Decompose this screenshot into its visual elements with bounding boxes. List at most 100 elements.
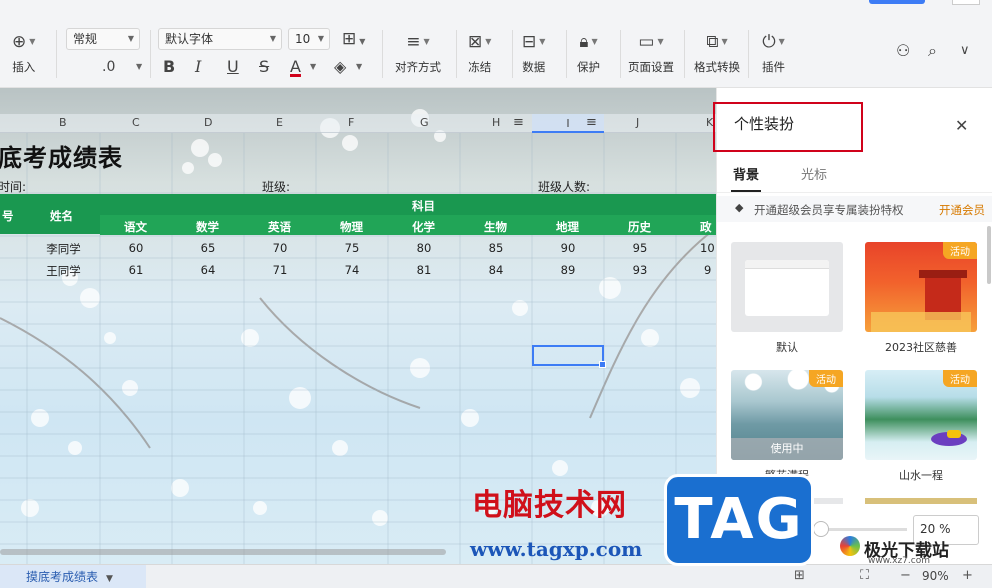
column-header[interactable]: C [132,116,140,129]
sheet-title[interactable]: 底考成绩表 [0,138,123,173]
tab-background[interactable]: 背景 [733,164,759,183]
table-cell[interactable]: 74 [316,263,388,277]
page-setup-button[interactable]: ▭ ▼ 页面设置 [628,30,674,75]
skin-card-default[interactable]: 默认 [731,242,843,355]
font-color-icon[interactable]: A [290,56,301,78]
table-cell[interactable]: 81 [388,263,460,277]
activity-badge: 活动 [943,242,977,259]
zoom-in-icon[interactable]: + [962,568,973,583]
align-button[interactable]: ≡ ▼ 对齐方式 [395,30,441,75]
name-header[interactable]: 姓名 [50,208,73,224]
skin-card-landscape[interactable]: 活动 山水一程 [865,370,977,483]
subject-cell[interactable]: 化学 [412,219,435,235]
number-format-select[interactable]: 常规 ▼ [66,28,140,50]
subject-cell[interactable]: 语文 [124,219,147,235]
table-cell[interactable]: 60 [100,241,172,255]
subject-cell[interactable]: 地理 [556,219,579,235]
cell-selection[interactable] [532,345,606,368]
column-header[interactable]: H [492,116,500,129]
insert-button[interactable]: ⊕ ▼ 插入 [12,30,35,75]
font-color-dropdown-icon[interactable]: ▼ [310,56,316,78]
format-convert-icon: ⧉ ▼ [706,32,728,52]
table-cell[interactable]: 9 [704,263,716,277]
skin-card-blossom[interactable]: 活动 使用中 繁花满程 [731,370,843,483]
skin-card-charity[interactable]: 活动 2023社区慈善 [865,242,977,355]
italic-icon[interactable]: I [195,56,201,78]
subject-header[interactable]: 科目 [412,198,435,214]
subject-cell[interactable]: 物理 [340,219,363,235]
font-size-select[interactable]: 10 ▼ [288,28,330,50]
column-header[interactable]: F [348,116,354,129]
title-bar [0,0,992,22]
chevron-down-icon: ▼ [269,34,276,43]
subject-cell[interactable]: 政 [700,219,712,235]
protect-button[interactable]: 🔒︎ ▼ 保护 [577,30,600,75]
open-membership-link[interactable]: 开通会员 [939,202,985,218]
fullscreen-icon[interactable]: ⛶ [860,568,869,583]
window-control[interactable] [952,0,980,5]
fill-color-icon[interactable]: ◈ [334,56,346,78]
column-header[interactable]: D [204,116,212,129]
filter-icon[interactable]: ≡ [513,115,524,130]
chevron-down-icon[interactable]: ▼ [106,574,113,584]
column-header[interactable]: G [420,116,429,129]
table-cell[interactable]: 10 [700,241,716,255]
zoom-out-icon[interactable]: − [900,568,911,583]
chevron-down-icon[interactable]: ∨ [960,40,970,62]
page-setup-icon: ▭ ▼ [638,32,664,52]
column-header[interactable]: B [59,116,67,129]
column-header[interactable]: J [636,116,639,129]
filter-icon[interactable]: ≡ [586,115,597,130]
table-cell[interactable]: 71 [244,263,316,277]
class-label[interactable]: 班级: [262,178,290,195]
table-cell-name[interactable]: 王同学 [27,263,100,279]
table-cell[interactable]: 75 [316,241,388,255]
class-count-label[interactable]: 班级人数: [538,178,590,195]
subject-cell[interactable]: 历史 [628,219,651,235]
opacity-slider-knob[interactable] [813,521,829,537]
data-button[interactable]: ⊟ ▼ 数据 [522,30,545,75]
account-button[interactable] [869,0,925,4]
table-cell[interactable]: 64 [172,263,244,277]
bold-icon[interactable]: B [163,56,175,78]
horizontal-scrollbar[interactable] [0,549,446,555]
tab-cursor[interactable]: 光标 [801,164,827,183]
table-cell[interactable]: 84 [460,263,532,277]
search-icon[interactable]: ⌕ [928,40,937,62]
panel-scrollbar[interactable] [987,226,991,284]
format-convert-button[interactable]: ⧉ ▼ 格式转换 [694,30,740,75]
plugin-button[interactable]: ⏻ ▼ 插件 [762,30,785,75]
decimal-dropdown-icon[interactable]: ▼ [136,56,142,78]
view-grid-icon[interactable]: ⊞ [794,568,805,583]
table-cell[interactable]: 95 [604,241,676,255]
seq-header[interactable]: 号 [2,208,14,224]
subject-cell[interactable]: 数学 [196,219,219,235]
underline-icon[interactable]: U [227,56,239,78]
subject-cell[interactable]: 生物 [484,219,507,235]
table-cell[interactable]: 85 [460,241,532,255]
font-name-select[interactable]: 默认字体 ▼ [158,28,282,50]
table-cell[interactable]: 70 [244,241,316,255]
freeze-button[interactable]: ⊠ ▼ 冻结 [468,30,491,75]
table-cell[interactable]: 61 [100,263,172,277]
activity-badge: 活动 [809,370,843,387]
border-icon[interactable]: ⊞ ▼ [342,28,365,50]
column-header-row: B C D E F G H ≡ I ≡ J K [0,114,716,133]
strikethrough-icon[interactable]: S [259,56,269,78]
table-cell[interactable]: 93 [604,263,676,277]
watermark-url: www.tagxp.com [470,537,643,561]
decimal-button[interactable]: .0 [102,56,115,78]
table-cell[interactable]: 80 [388,241,460,255]
time-label[interactable]: 时间: [0,178,26,195]
table-cell[interactable]: 65 [172,241,244,255]
column-header[interactable]: E [276,116,283,129]
subject-cell[interactable]: 英语 [268,219,291,235]
share-icon[interactable]: ⚇ [896,40,910,62]
close-icon[interactable]: ✕ [955,116,968,135]
fill-color-dropdown-icon[interactable]: ▼ [356,56,362,78]
table-cell[interactable]: 89 [532,263,604,277]
subject-header-row [100,215,716,235]
table-cell[interactable]: 90 [532,241,604,255]
table-cell-name[interactable]: 李同学 [27,241,100,257]
sheet-tab[interactable]: 摸底考成绩表 ▼ [0,565,146,588]
